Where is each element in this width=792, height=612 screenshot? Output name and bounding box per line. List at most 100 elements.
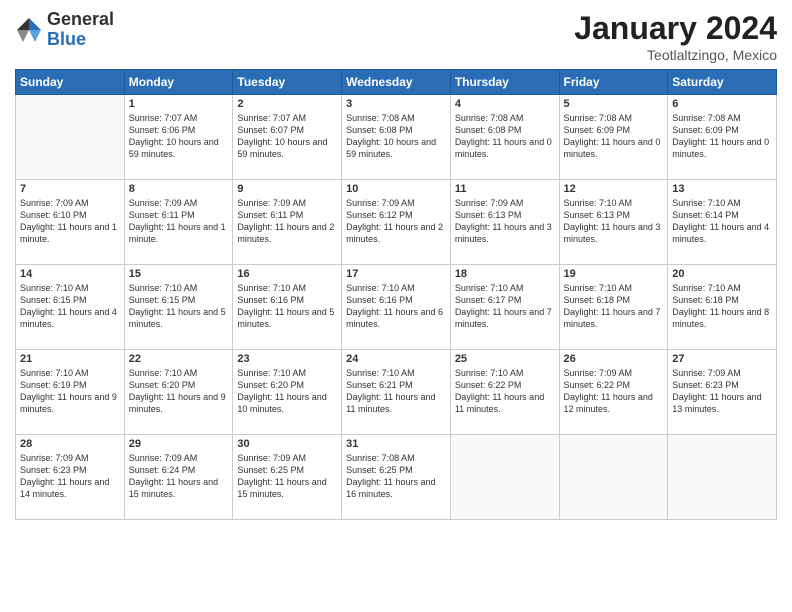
table-row: 13 Sunrise: 7:10 AM Sunset: 6:14 PM Dayli…: [668, 180, 777, 265]
day-info: Sunrise: 7:10 AM Sunset: 6:20 PM Dayligh…: [129, 367, 229, 416]
col-friday: Friday: [559, 70, 668, 95]
col-tuesday: Tuesday: [233, 70, 342, 95]
logo-text: General Blue: [47, 10, 114, 50]
table-row: 27 Sunrise: 7:09 AM Sunset: 6:23 PM Dayli…: [668, 350, 777, 435]
day-number: 31: [346, 438, 446, 450]
logo-general: General: [47, 10, 114, 30]
day-info: Sunrise: 7:10 AM Sunset: 6:13 PM Dayligh…: [564, 197, 664, 246]
day-info: Sunrise: 7:10 AM Sunset: 6:16 PM Dayligh…: [237, 282, 337, 331]
table-row: 17 Sunrise: 7:10 AM Sunset: 6:16 PM Dayli…: [342, 265, 451, 350]
day-number: 1: [129, 98, 229, 110]
day-info: Sunrise: 7:09 AM Sunset: 6:24 PM Dayligh…: [129, 452, 229, 501]
day-number: 6: [672, 98, 772, 110]
day-info: Sunrise: 7:10 AM Sunset: 6:21 PM Dayligh…: [346, 367, 446, 416]
table-row: 29 Sunrise: 7:09 AM Sunset: 6:24 PM Dayli…: [124, 435, 233, 520]
day-info: Sunrise: 7:07 AM Sunset: 6:07 PM Dayligh…: [237, 112, 337, 161]
col-saturday: Saturday: [668, 70, 777, 95]
day-number: 5: [564, 98, 664, 110]
day-number: 2: [237, 98, 337, 110]
day-number: 20: [672, 268, 772, 280]
day-number: 9: [237, 183, 337, 195]
table-row: 18 Sunrise: 7:10 AM Sunset: 6:17 PM Dayli…: [450, 265, 559, 350]
table-row: 12 Sunrise: 7:10 AM Sunset: 6:13 PM Dayli…: [559, 180, 668, 265]
day-info: Sunrise: 7:09 AM Sunset: 6:23 PM Dayligh…: [672, 367, 772, 416]
table-row: 14Sunrise: 7:10 AM Sunset: 6:15 PM Dayli…: [16, 265, 125, 350]
day-number: 16: [237, 268, 337, 280]
day-number: 18: [455, 268, 555, 280]
day-info: Sunrise: 7:10 AM Sunset: 6:17 PM Dayligh…: [455, 282, 555, 331]
table-row: 7 Sunrise: 7:09 AM Sunset: 6:10 PM Daylig…: [16, 180, 125, 265]
day-number: 21: [20, 353, 120, 365]
day-number: 19: [564, 268, 664, 280]
table-row: 28 Sunrise: 7:09 AM Sunset: 6:23 PM Dayli…: [16, 435, 125, 520]
day-info: Sunrise: 7:09 AM Sunset: 6:22 PM Dayligh…: [564, 367, 664, 416]
day-info: Sunrise: 7:08 AM Sunset: 6:08 PM Dayligh…: [455, 112, 555, 161]
table-row: 23 Sunrise: 7:10 AM Sunset: 6:20 PM Dayli…: [233, 350, 342, 435]
day-info: Sunrise: 7:09 AM Sunset: 6:23 PM Dayligh…: [20, 452, 120, 501]
day-info: Sunrise: 7:09 AM Sunset: 6:13 PM Dayligh…: [455, 197, 555, 246]
col-sunday: Sunday: [16, 70, 125, 95]
day-info: Sunrise: 7:09 AM Sunset: 6:10 PM Dayligh…: [20, 197, 120, 246]
title-month: January 2024: [574, 10, 777, 47]
calendar-table: Sunday Monday Tuesday Wednesday Thursday…: [15, 69, 777, 520]
day-info: Sunrise: 7:10 AM Sunset: 6:20 PM Dayligh…: [237, 367, 337, 416]
day-number: 30: [237, 438, 337, 450]
table-row: 15Sunrise: 7:10 AM Sunset: 6:15 PM Dayli…: [124, 265, 233, 350]
table-row: 24 Sunrise: 7:10 AM Sunset: 6:21 PM Dayli…: [342, 350, 451, 435]
day-number: 8: [129, 183, 229, 195]
table-row: 4Sunrise: 7:08 AM Sunset: 6:08 PM Daylig…: [450, 95, 559, 180]
table-row: 8 Sunrise: 7:09 AM Sunset: 6:11 PM Daylig…: [124, 180, 233, 265]
table-row: [668, 435, 777, 520]
day-info: Sunrise: 7:07 AM Sunset: 6:06 PM Dayligh…: [129, 112, 229, 161]
day-info: Sunrise: 7:10 AM Sunset: 6:14 PM Dayligh…: [672, 197, 772, 246]
table-row: 1 Sunrise: 7:07 AM Sunset: 6:06 PM Daylig…: [124, 95, 233, 180]
day-info: Sunrise: 7:08 AM Sunset: 6:09 PM Dayligh…: [564, 112, 664, 161]
day-number: 29: [129, 438, 229, 450]
day-info: Sunrise: 7:08 AM Sunset: 6:25 PM Dayligh…: [346, 452, 446, 501]
table-row: 21 Sunrise: 7:10 AM Sunset: 6:19 PM Dayli…: [16, 350, 125, 435]
table-row: [16, 95, 125, 180]
day-number: 7: [20, 183, 120, 195]
day-number: 17: [346, 268, 446, 280]
table-row: 20Sunrise: 7:10 AM Sunset: 6:18 PM Dayli…: [668, 265, 777, 350]
table-row: [450, 435, 559, 520]
table-row: 2 Sunrise: 7:07 AM Sunset: 6:07 PM Daylig…: [233, 95, 342, 180]
day-number: 3: [346, 98, 446, 110]
table-row: 19 Sunrise: 7:10 AM Sunset: 6:18 PM Dayli…: [559, 265, 668, 350]
table-row: 16 Sunrise: 7:10 AM Sunset: 6:16 PM Dayli…: [233, 265, 342, 350]
table-row: 11 Sunrise: 7:09 AM Sunset: 6:13 PM Dayli…: [450, 180, 559, 265]
day-info: Sunrise: 7:09 AM Sunset: 6:11 PM Dayligh…: [129, 197, 229, 246]
logo-icon: [15, 16, 43, 44]
day-number: 22: [129, 353, 229, 365]
day-number: 13: [672, 183, 772, 195]
table-row: 9 Sunrise: 7:09 AM Sunset: 6:11 PM Daylig…: [233, 180, 342, 265]
col-monday: Monday: [124, 70, 233, 95]
day-number: 12: [564, 183, 664, 195]
day-number: 15: [129, 268, 229, 280]
day-number: 28: [20, 438, 120, 450]
day-number: 24: [346, 353, 446, 365]
logo-blue: Blue: [47, 30, 114, 50]
day-number: 27: [672, 353, 772, 365]
logo: General Blue: [15, 10, 114, 50]
table-row: 25Sunrise: 7:10 AM Sunset: 6:22 PM Dayli…: [450, 350, 559, 435]
day-info: Sunrise: 7:08 AM Sunset: 6:09 PM Dayligh…: [672, 112, 772, 161]
header: General Blue January 2024 Teotlaltzingo,…: [15, 10, 777, 63]
table-row: 6 Sunrise: 7:08 AM Sunset: 6:09 PM Daylig…: [668, 95, 777, 180]
day-info: Sunrise: 7:10 AM Sunset: 6:16 PM Dayligh…: [346, 282, 446, 331]
day-info: Sunrise: 7:09 AM Sunset: 6:25 PM Dayligh…: [237, 452, 337, 501]
day-number: 23: [237, 353, 337, 365]
day-info: Sunrise: 7:09 AM Sunset: 6:11 PM Dayligh…: [237, 197, 337, 246]
table-row: 31 Sunrise: 7:08 AM Sunset: 6:25 PM Dayli…: [342, 435, 451, 520]
day-info: Sunrise: 7:09 AM Sunset: 6:12 PM Dayligh…: [346, 197, 446, 246]
day-number: 14: [20, 268, 120, 280]
title-block: January 2024 Teotlaltzingo, Mexico: [574, 10, 777, 63]
day-number: 26: [564, 353, 664, 365]
day-info: Sunrise: 7:08 AM Sunset: 6:08 PM Dayligh…: [346, 112, 446, 161]
day-number: 11: [455, 183, 555, 195]
day-number: 25: [455, 353, 555, 365]
day-number: 10: [346, 183, 446, 195]
page: General Blue January 2024 Teotlaltzingo,…: [0, 0, 792, 612]
day-info: Sunrise: 7:10 AM Sunset: 6:19 PM Dayligh…: [20, 367, 120, 416]
day-info: Sunrise: 7:10 AM Sunset: 6:18 PM Dayligh…: [564, 282, 664, 331]
